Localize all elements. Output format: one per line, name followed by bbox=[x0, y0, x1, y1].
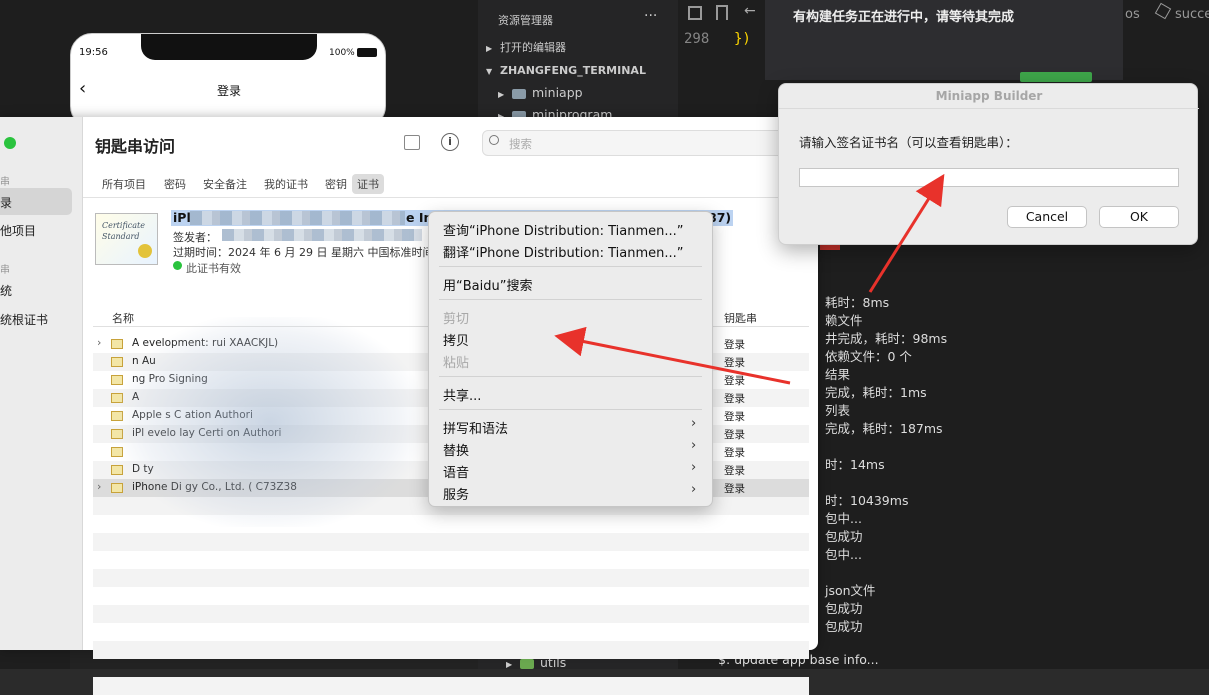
empty-row bbox=[93, 677, 809, 695]
arrow-to-copy bbox=[554, 326, 791, 385]
annotation-arrows bbox=[554, 173, 945, 385]
arrow-to-input bbox=[868, 173, 945, 293]
